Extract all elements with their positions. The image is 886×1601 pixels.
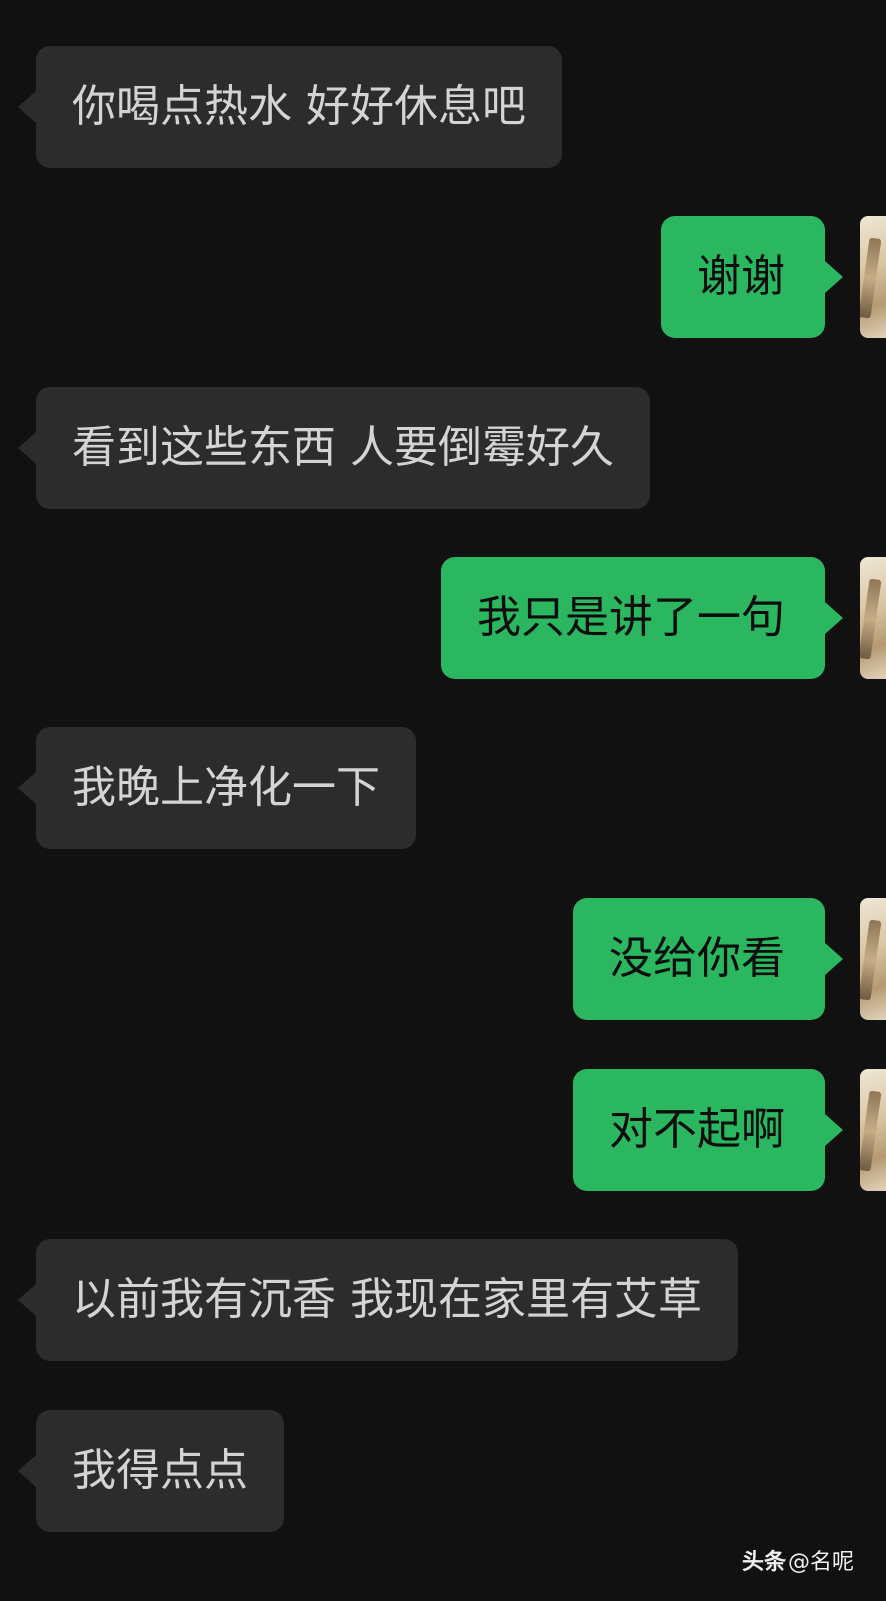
message-bubble[interactable]: 我晚上净化一下: [36, 727, 416, 849]
bubble-tail: [18, 91, 36, 123]
message-incoming: 看到这些东西 人要倒霉好久: [0, 387, 886, 509]
message-bubble[interactable]: 我得点点: [36, 1410, 284, 1532]
bubble-tail: [18, 432, 36, 464]
watermark-brand: 头条: [741, 1550, 786, 1575]
avatar[interactable]: [860, 898, 886, 1020]
message-bubble[interactable]: 对不起啊: [573, 1069, 825, 1191]
bubble-tail: [18, 772, 36, 804]
message-outgoing: 我只是讲了一句: [0, 557, 886, 679]
message-bubble[interactable]: 没给你看: [573, 898, 825, 1020]
avatar[interactable]: [860, 1069, 886, 1191]
bubble-tail: [825, 261, 843, 293]
message-text: 我晚上净化一下: [72, 762, 380, 813]
message-bubble[interactable]: 看到这些东西 人要倒霉好久: [36, 387, 650, 509]
message-text: 我只是讲了一句: [477, 592, 785, 643]
message-incoming: 我得点点: [0, 1410, 886, 1532]
message-outgoing: 谢谢: [0, 216, 886, 338]
message-incoming: 你喝点热水 好好休息吧: [0, 46, 886, 168]
bubble-tail: [18, 1455, 36, 1487]
bubble-tail: [18, 1284, 36, 1316]
avatar[interactable]: [860, 557, 886, 679]
message-bubble[interactable]: 谢谢: [661, 216, 825, 338]
message-text: 以前我有沉香 我现在家里有艾草: [72, 1274, 702, 1325]
message-text: 对不起啊: [609, 1104, 785, 1155]
message-text: 谢谢: [697, 251, 785, 302]
message-text: 看到这些东西 人要倒霉好久: [72, 422, 614, 473]
message-bubble[interactable]: 以前我有沉香 我现在家里有艾草: [36, 1239, 738, 1361]
message-bubble[interactable]: 我只是讲了一句: [441, 557, 825, 679]
message-text: 没给你看: [609, 933, 785, 984]
bubble-tail: [825, 1114, 843, 1146]
avatar[interactable]: [860, 216, 886, 338]
message-text: 我得点点: [72, 1445, 248, 1496]
bubble-tail: [825, 943, 843, 975]
message-incoming: 我晚上净化一下: [0, 727, 886, 849]
message-text: 你喝点热水 好好休息吧: [72, 81, 526, 132]
watermark: 头条 @名呢: [742, 1544, 854, 1576]
message-outgoing: 对不起啊: [0, 1069, 886, 1191]
message-outgoing: 没给你看: [0, 898, 886, 1020]
message-bubble[interactable]: 你喝点热水 好好休息吧: [36, 46, 562, 168]
message-incoming: 以前我有沉香 我现在家里有艾草: [0, 1239, 886, 1361]
bubble-tail: [825, 602, 843, 634]
watermark-handle: @名呢: [787, 1550, 854, 1575]
